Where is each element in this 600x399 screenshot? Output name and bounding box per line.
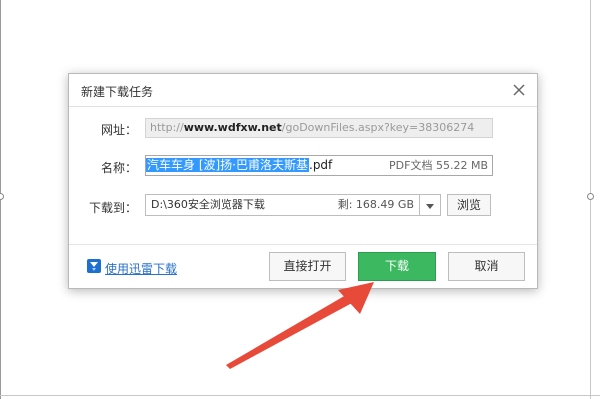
red-arrow <box>226 282 374 369</box>
